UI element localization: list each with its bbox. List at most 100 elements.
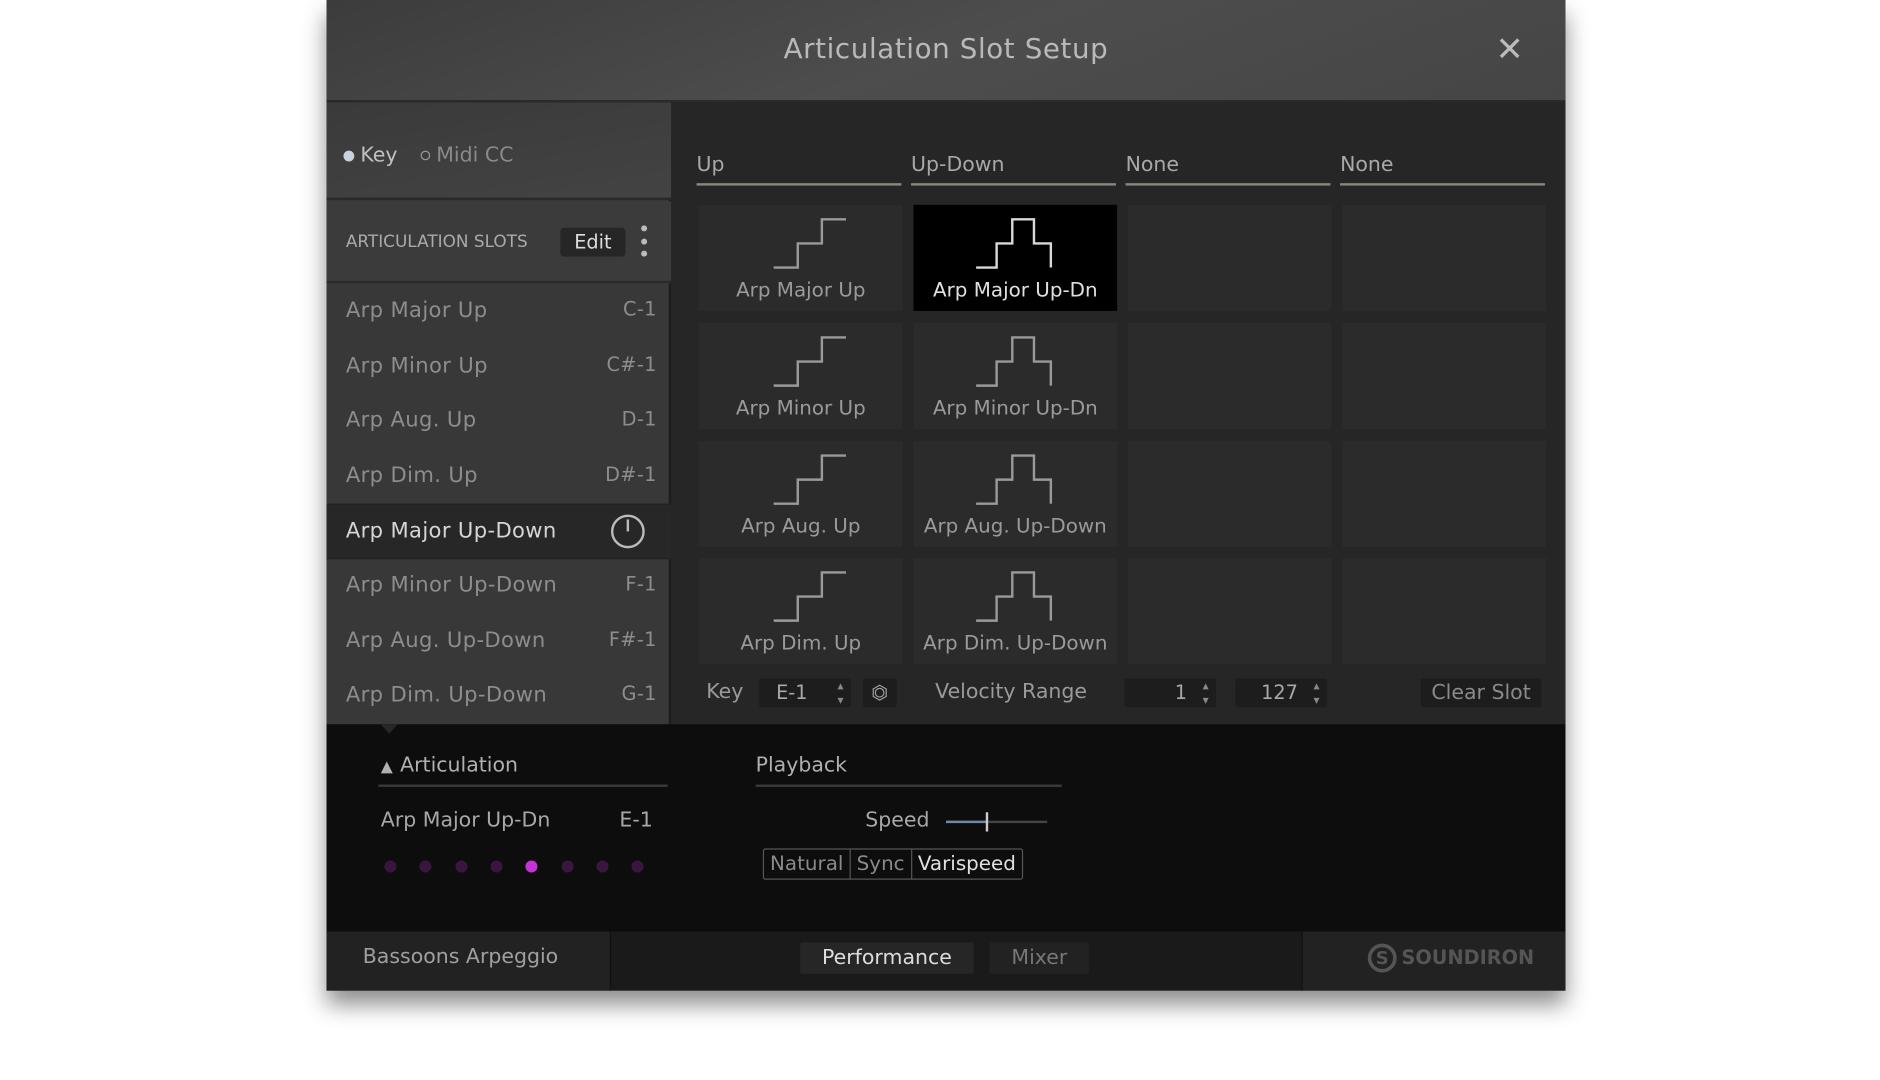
radio-dot-icon: [420, 150, 431, 161]
velocity-min-spinner[interactable]: 1 ▴ ▾: [1124, 678, 1216, 708]
slot-name: Arp Minor Up: [345, 353, 488, 378]
close-icon[interactable]: ✕: [1496, 29, 1524, 69]
key-learn-knob-icon[interactable]: [610, 515, 645, 549]
column-header: None: [1340, 153, 1545, 186]
slot-name: Arp Minor Up-Down: [345, 573, 558, 598]
articulation-cell[interactable]: Arp Aug. Up-Down: [913, 441, 1118, 548]
articulation-slots-header: ARTICULATION SLOTS Edit: [326, 201, 672, 284]
velocity-max-spinner[interactable]: 127 ▴ ▾: [1235, 678, 1327, 708]
more-options-icon[interactable]: [639, 225, 649, 257]
speed-label: Speed: [865, 808, 930, 833]
articulation-cell[interactable]: [1127, 322, 1332, 430]
articulation-cell-label: Arp Aug. Up-Down: [923, 514, 1107, 538]
speed-slider-fill: [946, 820, 987, 824]
articulation-dot[interactable]: [525, 860, 538, 873]
articulation-cell[interactable]: [1342, 322, 1547, 430]
speed-slider-thumb[interactable]: [985, 812, 988, 832]
key-spinner[interactable]: E-1 ▴ ▾: [759, 678, 851, 708]
radio-midi-cc[interactable]: Midi CC: [420, 143, 513, 168]
articulation-cell[interactable]: Arp Dim. Up-Down: [913, 557, 1118, 665]
slot-name: Arp Aug. Up-Down: [345, 628, 546, 653]
spinner-arrows-icon: ▴ ▾: [1313, 679, 1320, 708]
articulation-cell[interactable]: [1127, 557, 1332, 665]
articulation-cell[interactable]: [1342, 204, 1547, 311]
slot-item[interactable]: Arp Dim. Up-Down G-1: [327, 669, 672, 724]
articulation-cell-label: Arp Major Up-Dn: [933, 278, 1098, 302]
articulation-cell[interactable]: Arp Minor Up-Dn: [913, 322, 1118, 430]
step-up-icon: [773, 336, 846, 387]
articulation-cell-label: Arp Minor Up-Dn: [932, 396, 1098, 420]
clear-slot-button[interactable]: Clear Slot: [1420, 678, 1542, 708]
articulation-dot[interactable]: [490, 860, 503, 873]
articulation-dot[interactable]: [384, 860, 397, 873]
articulation-cell[interactable]: Arp Minor Up: [698, 322, 903, 430]
mode-natural[interactable]: Natural: [764, 849, 851, 879]
collapse-triangle-icon: ▲: [380, 758, 393, 777]
tab-performance[interactable]: Performance: [800, 942, 974, 974]
articulation-dot[interactable]: [631, 860, 644, 873]
velocity-range-label: Velocity Range: [935, 679, 1087, 704]
slot-item[interactable]: Arp Major Up-Down: [326, 504, 672, 560]
speed-slider[interactable]: [946, 812, 1048, 832]
step-up-icon: [773, 218, 846, 269]
articulation-cell-label: Arp Minor Up: [735, 396, 866, 420]
articulation-cell[interactable]: [1342, 557, 1547, 665]
slot-item[interactable]: Arp Minor Up C#-1: [327, 339, 672, 394]
articulation-cell[interactable]: Arp Major Up-Dn: [913, 204, 1118, 311]
articulation-dot[interactable]: [560, 860, 574, 873]
brand-box: S SOUNDIRON: [1301, 931, 1566, 991]
articulation-dot[interactable]: [455, 860, 468, 873]
soundiron-logo-icon: S: [1367, 943, 1397, 973]
key-value: E-1: [776, 680, 808, 704]
slot-name: Arp Dim. Up: [345, 463, 478, 488]
radio-key[interactable]: Key: [343, 143, 398, 168]
slot-item[interactable]: Arp Minor Up-Down F-1: [327, 559, 672, 614]
articulation-cell-label: Arp Dim. Up-Down: [923, 631, 1108, 655]
instrument-name: Bassoons Arpeggio: [362, 944, 559, 969]
articulation-cell[interactable]: Arp Aug. Up: [698, 441, 903, 548]
column-header: Up-Down: [911, 153, 1116, 186]
slot-key: C#-1: [606, 352, 657, 376]
playback-mode-selector: Natural Sync Varispeed: [762, 848, 1024, 880]
articulation-header-label: Articulation: [400, 753, 519, 778]
slot-key: F-1: [625, 572, 657, 596]
step-up-down-icon: [976, 336, 1053, 387]
slot-item[interactable]: Arp Aug. Up-Down F#-1: [327, 614, 672, 669]
midi-learn-icon[interactable]: ⏣: [862, 678, 897, 708]
edit-button[interactable]: Edit: [560, 227, 626, 257]
key-label: Key: [706, 679, 744, 704]
tab-mixer[interactable]: Mixer: [989, 942, 1090, 974]
column-header: None: [1125, 153, 1331, 186]
articulation-key: E-1: [619, 808, 653, 833]
radio-label: Key: [360, 143, 398, 168]
sidebar: Key Midi CC ARTICULATION SLOTS Edit Arp …: [326, 102, 672, 725]
slot-item[interactable]: Arp Major Up C-1: [327, 284, 672, 339]
slot-item[interactable]: Arp Dim. Up D#-1: [327, 449, 672, 504]
slot-key: D-1: [621, 407, 657, 431]
articulation-cell[interactable]: Arp Dim. Up: [698, 557, 903, 665]
articulation-cell[interactable]: [1342, 441, 1547, 548]
window-title: Articulation Slot Setup: [783, 33, 1109, 66]
brand-name: SOUNDIRON: [1401, 946, 1535, 969]
slot-name: Arp Dim. Up-Down: [345, 683, 548, 708]
articulation-dot[interactable]: [596, 860, 609, 873]
articulation-header[interactable]: ▲ Articulation: [378, 753, 668, 787]
articulation-cell-label: Arp Dim. Up: [740, 631, 862, 655]
footer: Bassoons Arpeggio Performance Mixer S SO…: [326, 931, 1566, 991]
slot-name: Arp Major Up-Down: [345, 519, 557, 544]
radio-dot-icon: [343, 150, 355, 161]
column-header: Up: [696, 153, 902, 186]
slot-key: G-1: [621, 682, 657, 706]
velocity-max-value: 127: [1261, 680, 1298, 704]
slot-grid-panel: Up Up-Down None None Arp Major Up Arp Major U…: [671, 102, 1566, 725]
spinner-arrows-icon: ▴ ▾: [837, 679, 844, 708]
slot-item[interactable]: Arp Aug. Up D-1: [327, 394, 672, 449]
articulation-dot[interactable]: [419, 860, 432, 873]
articulation-cell[interactable]: Arp Major Up: [698, 204, 903, 311]
title-bar: Articulation Slot Setup ✕: [326, 0, 1566, 103]
instrument-name-box: Bassoons Arpeggio: [326, 931, 611, 991]
mode-sync[interactable]: Sync: [851, 849, 912, 879]
articulation-cell[interactable]: [1127, 441, 1332, 548]
articulation-cell[interactable]: [1127, 204, 1332, 311]
mode-varispeed[interactable]: Varispeed: [912, 850, 1022, 879]
